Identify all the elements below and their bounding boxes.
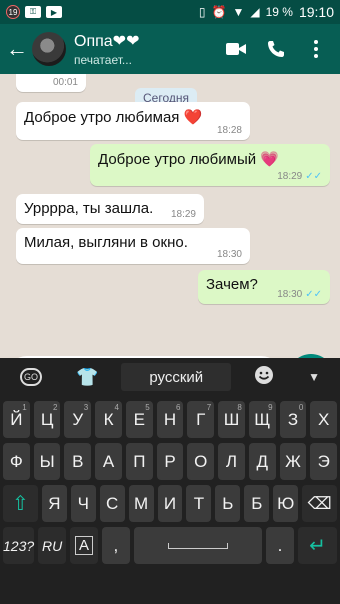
read-ticks-icon: ✓✓ <box>305 289 322 300</box>
keyboard-language[interactable]: русский <box>121 363 232 391</box>
message-bubble-outgoing[interactable]: Доброе утро любимый 💗 18:29 ✓✓ <box>90 144 330 186</box>
notification-badge: 19 <box>6 5 20 19</box>
message-time: 18:29 <box>277 171 303 182</box>
backspace-icon: ⌫ <box>307 493 332 513</box>
message-bubble-outgoing[interactable]: Зачем? 18:30 ✓✓ <box>198 270 330 304</box>
vibrate-icon: ▯ <box>198 5 206 19</box>
avatar[interactable] <box>32 32 66 66</box>
keyboard-row-1: 1Й 2Ц 3У 4К 5Е 6Н 7Г 8Ш 9Щ 0З Х <box>0 401 340 438</box>
keyboard-row-4: 123? RU A , . ↵ <box>0 527 340 564</box>
read-ticks-icon: ✓✓ <box>305 171 322 182</box>
key[interactable]: Л <box>218 443 245 480</box>
key[interactable]: П <box>125 443 153 480</box>
key-icon: ⚿ <box>25 6 41 18</box>
wifi-icon: ▼ <box>232 5 245 19</box>
keyboard-toolbar: GO 👕 русский ▼ <box>0 358 340 396</box>
space-icon <box>167 542 228 549</box>
theme-shirt-icon[interactable]: 👕 <box>76 367 98 388</box>
key[interactable]: Я <box>41 485 67 522</box>
chat-title-block[interactable]: Оппа❤❤ печатает... <box>74 31 139 67</box>
key[interactable]: 4К <box>95 401 122 438</box>
key[interactable]: Д <box>248 443 276 480</box>
keyboard: GO 👕 русский ▼ 1Й 2Ц 3У 4К 5Е 6Н 7Г 8Ш 9… <box>0 358 340 604</box>
hide-keyboard-icon[interactable]: ▼ <box>308 370 320 384</box>
key[interactable]: Ю <box>273 485 299 522</box>
text-style-icon: A <box>74 536 93 555</box>
message-time: 18:30 <box>277 289 303 300</box>
battery-level: 19 % <box>265 5 293 19</box>
emoji-keyboard-icon[interactable] <box>254 365 274 390</box>
period-key[interactable]: . <box>266 527 294 564</box>
message-time: 00:01 <box>52 77 78 88</box>
key[interactable]: 1Й <box>3 401 30 438</box>
youtube-icon: ▶ <box>46 6 62 18</box>
key[interactable]: Ч <box>70 485 96 522</box>
enter-icon: ↵ <box>309 535 326 557</box>
message-time: 18:30 <box>216 249 242 260</box>
key[interactable]: Б <box>244 485 270 522</box>
key[interactable]: И <box>157 485 183 522</box>
key[interactable]: 8Ш <box>218 401 245 438</box>
contact-name: Оппа❤❤ <box>74 33 140 50</box>
keyboard-row-3: ⇧ Я Ч С М И Т Ь Б Ю ⌫ <box>0 485 340 522</box>
video-call-icon[interactable] <box>224 37 248 61</box>
signal-icon: ◢ <box>250 5 260 19</box>
key[interactable]: 7Г <box>187 401 215 438</box>
text-style-key[interactable]: A <box>70 527 98 564</box>
status-time: 19:10 <box>298 4 334 20</box>
key[interactable]: Ф <box>3 443 30 480</box>
status-bar: 19 ⚿ ▶ ▯ ⏰ ▼ ◢ 19 % 19:10 <box>0 0 340 24</box>
back-arrow-icon[interactable]: ← <box>4 36 30 62</box>
message-text: Доброе утро любимый 💗 <box>98 151 279 168</box>
language-key[interactable]: RU <box>38 527 67 564</box>
message-text: Доброе утро любимая ❤️ <box>24 109 203 126</box>
key[interactable]: В <box>64 443 92 480</box>
key[interactable]: 2Ц <box>33 401 61 438</box>
key[interactable]: Ь <box>215 485 241 522</box>
phone-call-icon[interactable] <box>264 37 288 61</box>
shift-icon: ⇧ <box>12 493 29 515</box>
key[interactable]: 5Е <box>125 401 153 438</box>
key[interactable]: 9Щ <box>248 401 276 438</box>
key[interactable]: Х <box>310 401 338 438</box>
go-keyboard-icon[interactable]: GO <box>20 368 42 386</box>
enter-key[interactable]: ↵ <box>297 527 338 564</box>
key[interactable]: М <box>128 485 154 522</box>
message-text: Милая, выгляни в окно. <box>24 234 188 251</box>
shift-key[interactable]: ⇧ <box>3 485 38 522</box>
typing-status: печатает... <box>74 53 132 67</box>
message-bubble-incoming[interactable]: Урррра, ты зашла. 18:29 <box>16 194 204 224</box>
numbers-key[interactable]: 123? <box>3 527 35 564</box>
key[interactable]: О <box>187 443 215 480</box>
key[interactable]: 3У <box>64 401 92 438</box>
key[interactable]: Ж <box>279 443 307 480</box>
key[interactable]: Ы <box>33 443 61 480</box>
backspace-key[interactable]: ⌫ <box>302 485 338 522</box>
message-bubble-prev[interactable]: 00:01 <box>16 74 86 92</box>
keyboard-row-2: Ф Ы В А П Р О Л Д Ж Э <box>0 443 340 480</box>
message-bubble-incoming[interactable]: Милая, выгляни в окно. 18:30 <box>16 228 250 264</box>
message-text: Зачем? <box>206 276 258 293</box>
message-text: Урррра, ты зашла. <box>24 200 154 217</box>
message-list[interactable]: 00:01 Сегодня Доброе утро любимая ❤️ 18:… <box>0 74 340 348</box>
chat-header: ← Оппа❤❤ печатает... <box>0 24 340 74</box>
message-time: 18:28 <box>216 125 242 136</box>
space-key[interactable] <box>133 527 263 564</box>
key[interactable]: С <box>99 485 125 522</box>
key[interactable]: Э <box>310 443 338 480</box>
key[interactable]: 6Н <box>156 401 184 438</box>
more-options-icon[interactable] <box>304 37 328 61</box>
key[interactable]: 0З <box>279 401 307 438</box>
key[interactable]: Т <box>186 485 212 522</box>
key[interactable]: Р <box>156 443 184 480</box>
message-bubble-incoming[interactable]: Доброе утро любимая ❤️ 18:28 <box>16 102 250 140</box>
comma-key[interactable]: , <box>101 527 130 564</box>
message-time: 18:29 <box>170 209 196 220</box>
key[interactable]: А <box>95 443 122 480</box>
alarm-icon: ⏰ <box>211 5 227 19</box>
